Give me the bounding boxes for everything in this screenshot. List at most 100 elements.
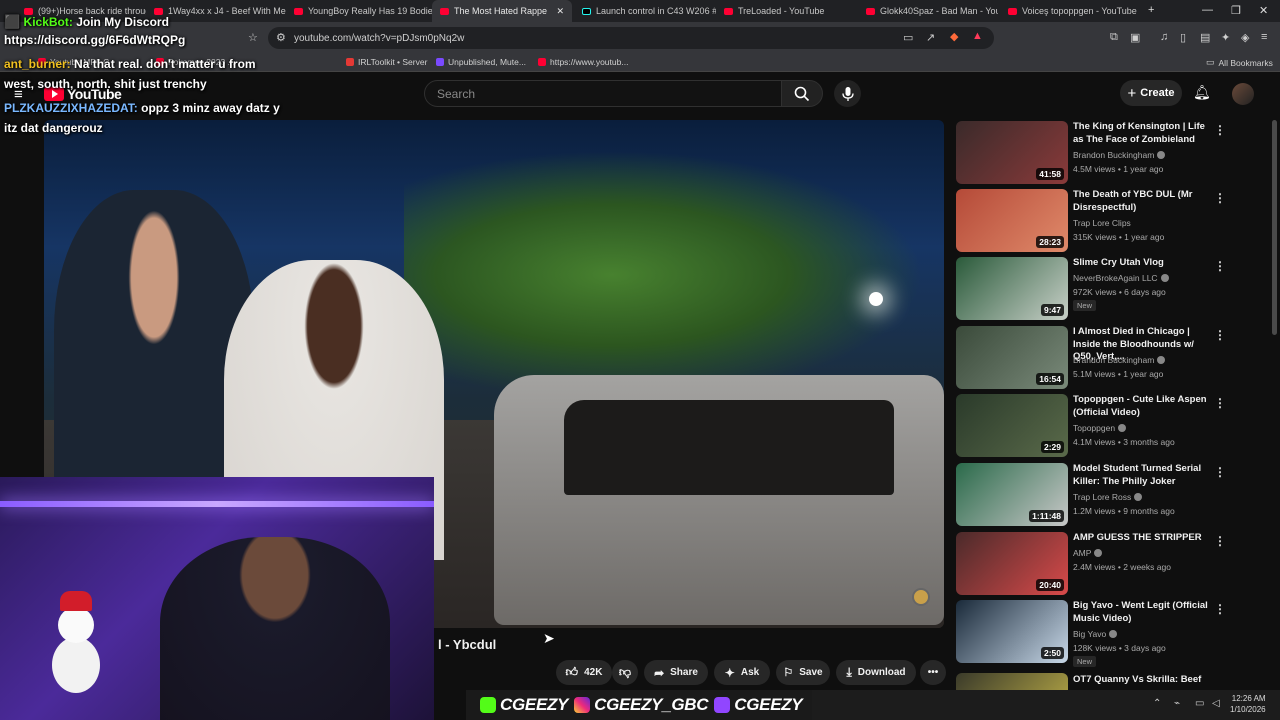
browser-tab[interactable]: Launch control in C43 W206 #: [574, 0, 716, 22]
new-badge: New: [1073, 300, 1097, 311]
create-button[interactable]: + Create: [1120, 80, 1182, 106]
search-button[interactable]: [781, 80, 823, 107]
bookmark-item[interactable]: https://www.youtub...: [538, 57, 628, 67]
share-icon[interactable]: ↗: [926, 31, 935, 44]
url-input[interactable]: youtube.com/watch?v=pDJsm0pNq2w: [268, 27, 994, 49]
browser-tab[interactable]: TreLoaded - YouTube: [716, 0, 858, 22]
ask-button[interactable]: ✦ Ask: [714, 660, 770, 685]
more-options-icon[interactable]: ⋮: [1214, 328, 1226, 342]
recommendation-item[interactable]: 2:29 Topoppgen - Cute Like Aspen (Offici…: [956, 394, 1276, 460]
recommendation-item[interactable]: OT7 Quanny Vs Skrilla: Beef: [956, 673, 1276, 690]
recommendation-item[interactable]: 41:58 The King of Kensington | Life as T…: [956, 121, 1276, 187]
minimize-icon[interactable]: —: [1202, 4, 1213, 16]
youtube-favicon-icon: [1008, 7, 1017, 15]
chat-message: https://discord.gg/6F6dWtRQPg: [4, 33, 186, 47]
network-icon[interactable]: ⌁: [1174, 698, 1180, 709]
video-thumbnail[interactable]: 20:40: [956, 532, 1068, 595]
more-options-icon[interactable]: ⋮: [1214, 602, 1226, 616]
verified-check-icon: [1157, 356, 1166, 364]
system-clock[interactable]: 12:26 AM 1/10/2026: [1230, 693, 1266, 715]
recommendation-item[interactable]: 9:47 Slime Cry Utah Vlog NeverBrokeAgain…: [956, 257, 1276, 323]
bookmark-item[interactable]: IRLToolkit • Server: [346, 57, 427, 67]
more-options-icon[interactable]: ⋮: [1214, 123, 1226, 137]
verified-check-icon: [1118, 424, 1127, 432]
browser-tab-active[interactable]: The Most Hated Rappe ✕: [432, 0, 572, 22]
more-actions-button[interactable]: •••: [920, 660, 946, 685]
microphone-icon: [841, 86, 854, 101]
leo-icon[interactable]: ✦: [1221, 31, 1230, 44]
youtube-favicon-icon: [440, 7, 449, 15]
kick-icon: [480, 697, 496, 713]
extensions-icon[interactable]: ⧉: [1110, 31, 1118, 44]
video-thumbnail[interactable]: 41:58: [956, 121, 1068, 184]
more-options-icon[interactable]: ⋮: [1214, 465, 1226, 479]
recommendation-item[interactable]: 16:54 I Almost Died in Chicago | Inside …: [956, 326, 1276, 392]
brave-shield-icon[interactable]: ◆: [950, 30, 958, 43]
video-thumbnail[interactable]: 9:47: [956, 257, 1068, 320]
browser-tab[interactable]: Voiceş topoppgen - YouTube: [1000, 0, 1140, 22]
recommendation-item[interactable]: 28:23 The Death of YBC DUL (Mr Disrespec…: [956, 189, 1276, 255]
chat-message: itz dat dangerouz: [4, 121, 103, 135]
more-options-icon[interactable]: ⋮: [1214, 534, 1226, 548]
bookmark-star-icon[interactable]: ☆: [248, 31, 258, 44]
more-horizontal-icon: •••: [927, 667, 939, 678]
save-button[interactable]: ⚐ Save: [776, 660, 830, 685]
menu-icon[interactable]: ≡: [1261, 31, 1267, 43]
recommendation-item[interactable]: 1:11:48 Model Student Turned Serial Kill…: [956, 463, 1276, 529]
notifications-bell-icon[interactable]: 🔔︎: [1193, 84, 1211, 101]
more-options-icon[interactable]: ⋮: [1214, 259, 1226, 273]
video-thumbnail[interactable]: 16:54: [956, 326, 1068, 389]
chat-message: ant_burner: Na that real. don't matter u…: [4, 57, 256, 71]
site-info-icon[interactable]: ⚙: [276, 31, 286, 44]
close-window-icon[interactable]: ✕: [1259, 4, 1268, 17]
sidebar-icon[interactable]: ▣: [1130, 31, 1140, 44]
recommendation-item[interactable]: 2:50 Big Yavo - Went Legit (Official Mus…: [956, 600, 1276, 667]
rewards-icon[interactable]: ▲: [972, 30, 983, 42]
download-button[interactable]: ⤓ Download: [836, 660, 916, 685]
new-tab-icon[interactable]: +: [1148, 4, 1154, 16]
dislike-button[interactable]: 👎︎: [612, 660, 638, 685]
twitch-icon: [714, 697, 731, 713]
recommendation-item[interactable]: 20:40 AMP GUESS THE STRIPPER AMP 2.4M vi…: [956, 532, 1276, 598]
video-thumbnail[interactable]: 2:50: [956, 600, 1068, 663]
browser-tab[interactable]: Glokk40Spaz - Bad Man - YouT: [858, 0, 998, 22]
stream-social-bar: CGEEZY CGEEZY_GBC CGEEZY: [466, 690, 812, 720]
share-arrow-icon: ➦: [654, 665, 665, 680]
bookmark-icon: [346, 58, 354, 66]
tray-chevron-icon[interactable]: ⌃: [1153, 698, 1161, 709]
media-icon[interactable]: ♫: [1160, 31, 1168, 43]
windows-taskbar: [812, 690, 1280, 720]
voice-search-button[interactable]: [834, 80, 861, 107]
battery-icon[interactable]: ▭: [1195, 698, 1204, 709]
close-tab-icon[interactable]: ✕: [556, 6, 564, 17]
verified-check-icon: [1109, 630, 1118, 638]
video-thumbnail[interactable]: 28:23: [956, 189, 1068, 252]
video-thumbnail[interactable]: [956, 673, 1068, 690]
channel-watermark[interactable]: [912, 588, 930, 606]
browser-tab[interactable]: YoungBoy Really Has 19 Bodie: [286, 0, 432, 22]
new-badge: New: [1073, 656, 1097, 667]
cast-icon[interactable]: ▭: [903, 31, 913, 44]
sidebar-scrollbar[interactable]: [1272, 120, 1277, 335]
vpn-icon[interactable]: ◈: [1241, 31, 1249, 44]
verified-check-icon: [1157, 151, 1166, 159]
plus-icon: +: [1127, 84, 1137, 102]
like-button[interactable]: 👍︎ 42K: [556, 660, 612, 685]
webcam-overlay: [0, 477, 434, 720]
all-bookmarks-button[interactable]: ▭ All Bookmarks: [1206, 57, 1273, 68]
youtube-favicon-icon: [724, 7, 733, 15]
maximize-icon[interactable]: ❐: [1231, 4, 1241, 17]
snowman-decoration: [44, 587, 104, 697]
tiktok-favicon-icon: [582, 7, 591, 15]
share-button[interactable]: ➦ Share: [644, 660, 708, 685]
search-input[interactable]: Search: [424, 80, 782, 107]
reading-list-icon[interactable]: ▯: [1180, 31, 1186, 44]
wallet-icon[interactable]: ▤: [1200, 31, 1210, 44]
bookmark-item[interactable]: Unpublished, Mute...: [436, 57, 526, 67]
volume-icon[interactable]: ◁: [1212, 698, 1220, 709]
video-thumbnail[interactable]: 2:29: [956, 394, 1068, 457]
account-avatar[interactable]: [1232, 83, 1254, 105]
video-thumbnail[interactable]: 1:11:48: [956, 463, 1068, 526]
more-options-icon[interactable]: ⋮: [1214, 191, 1226, 205]
more-options-icon[interactable]: ⋮: [1214, 396, 1226, 410]
